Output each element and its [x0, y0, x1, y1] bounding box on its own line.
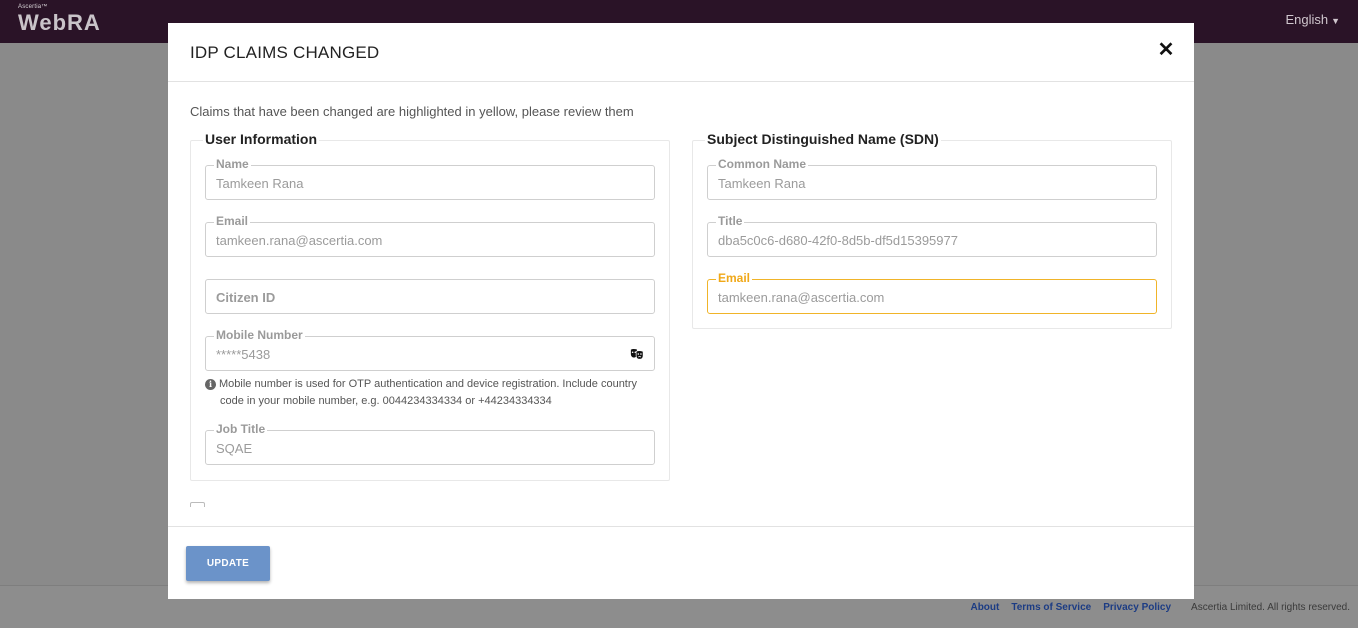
email-value: tamkeen.rana@ascertia.com [216, 233, 383, 248]
hint-line-2: code in your mobile number, e.g. 0044234… [220, 395, 552, 407]
mobile-number-field[interactable]: Mobile Number *****5438 [205, 328, 655, 371]
update-button[interactable]: UPDATE [186, 546, 270, 581]
info-icon: i [205, 379, 216, 390]
sdn-title-field[interactable]: Title dba5c0c6-d680-42f0-8d5b-df5d153959… [707, 214, 1157, 257]
masks-icon[interactable] [630, 347, 644, 361]
hint-line-1: Mobile number is used for OTP authentica… [219, 378, 638, 390]
privacy-link[interactable]: Privacy Policy [1103, 602, 1171, 613]
language-selector[interactable]: English ▼ [1285, 12, 1340, 27]
user-information-legend: User Information [203, 131, 320, 147]
copyright-text: Ascertia Limited. All rights reserved. [1191, 602, 1350, 613]
sdn-email-label: Email [716, 271, 753, 285]
email-field[interactable]: Email tamkeen.rana@ascertia.com [205, 214, 655, 257]
common-name-value: Tamkeen Rana [718, 176, 806, 191]
idp-claims-dialog: IDP CLAIMS CHANGED ✕ Claims that have be… [168, 23, 1194, 599]
dialog-title: IDP CLAIMS CHANGED [190, 43, 380, 62]
sdn-email-value: tamkeen.rana@ascertia.com [718, 290, 885, 305]
mobile-number-label: Mobile Number [214, 328, 305, 342]
sdn-email-field[interactable]: Email tamkeen.rana@ascertia.com [707, 271, 1157, 314]
mobile-number-value: *****5438 [216, 347, 271, 362]
common-name-label: Common Name [716, 157, 809, 171]
job-title-label: Job Title [214, 422, 268, 436]
job-title-value: SQAE [216, 441, 253, 456]
dialog-intro-text: Claims that have been changed are highli… [190, 104, 634, 119]
sdn-legend: Subject Distinguished Name (SDN) [705, 131, 941, 147]
app-logo: Ascertia™ WebRA [18, 4, 101, 35]
terms-link[interactable]: Terms of Service [1011, 602, 1091, 613]
name-value: Tamkeen Rana [216, 176, 304, 191]
dialog-footer: UPDATE [168, 526, 1194, 599]
sdn-section: Subject Distinguished Name (SDN) Common … [692, 131, 1172, 329]
job-title-field[interactable]: Job Title SQAE [205, 422, 655, 465]
about-link[interactable]: About [970, 602, 999, 613]
sdn-title-value: dba5c0c6-d680-42f0-8d5b-df5d15395977 [718, 233, 958, 248]
common-name-field[interactable]: Common Name Tamkeen Rana [707, 157, 1157, 200]
citizen-id-field[interactable]: Citizen ID [205, 279, 655, 314]
mobile-number-hint: i Mobile number is used for OTP authentic… [205, 376, 645, 410]
citizen-id-placeholder: Citizen ID [216, 290, 276, 305]
caret-down-icon: ▼ [1331, 16, 1340, 26]
dialog-header: IDP CLAIMS CHANGED ✕ [168, 23, 1194, 82]
user-information-section: User Information Name Tamkeen Rana Email… [190, 131, 670, 481]
email-label: Email [214, 214, 251, 228]
logo-product: WebRA [18, 10, 101, 35]
sdn-title-label: Title [716, 214, 745, 228]
close-icon[interactable]: ✕ [1156, 39, 1176, 61]
name-field[interactable]: Name Tamkeen Rana [205, 157, 655, 200]
scroll-clip [168, 507, 1194, 526]
language-label: English [1285, 12, 1329, 27]
name-label: Name [214, 157, 251, 171]
